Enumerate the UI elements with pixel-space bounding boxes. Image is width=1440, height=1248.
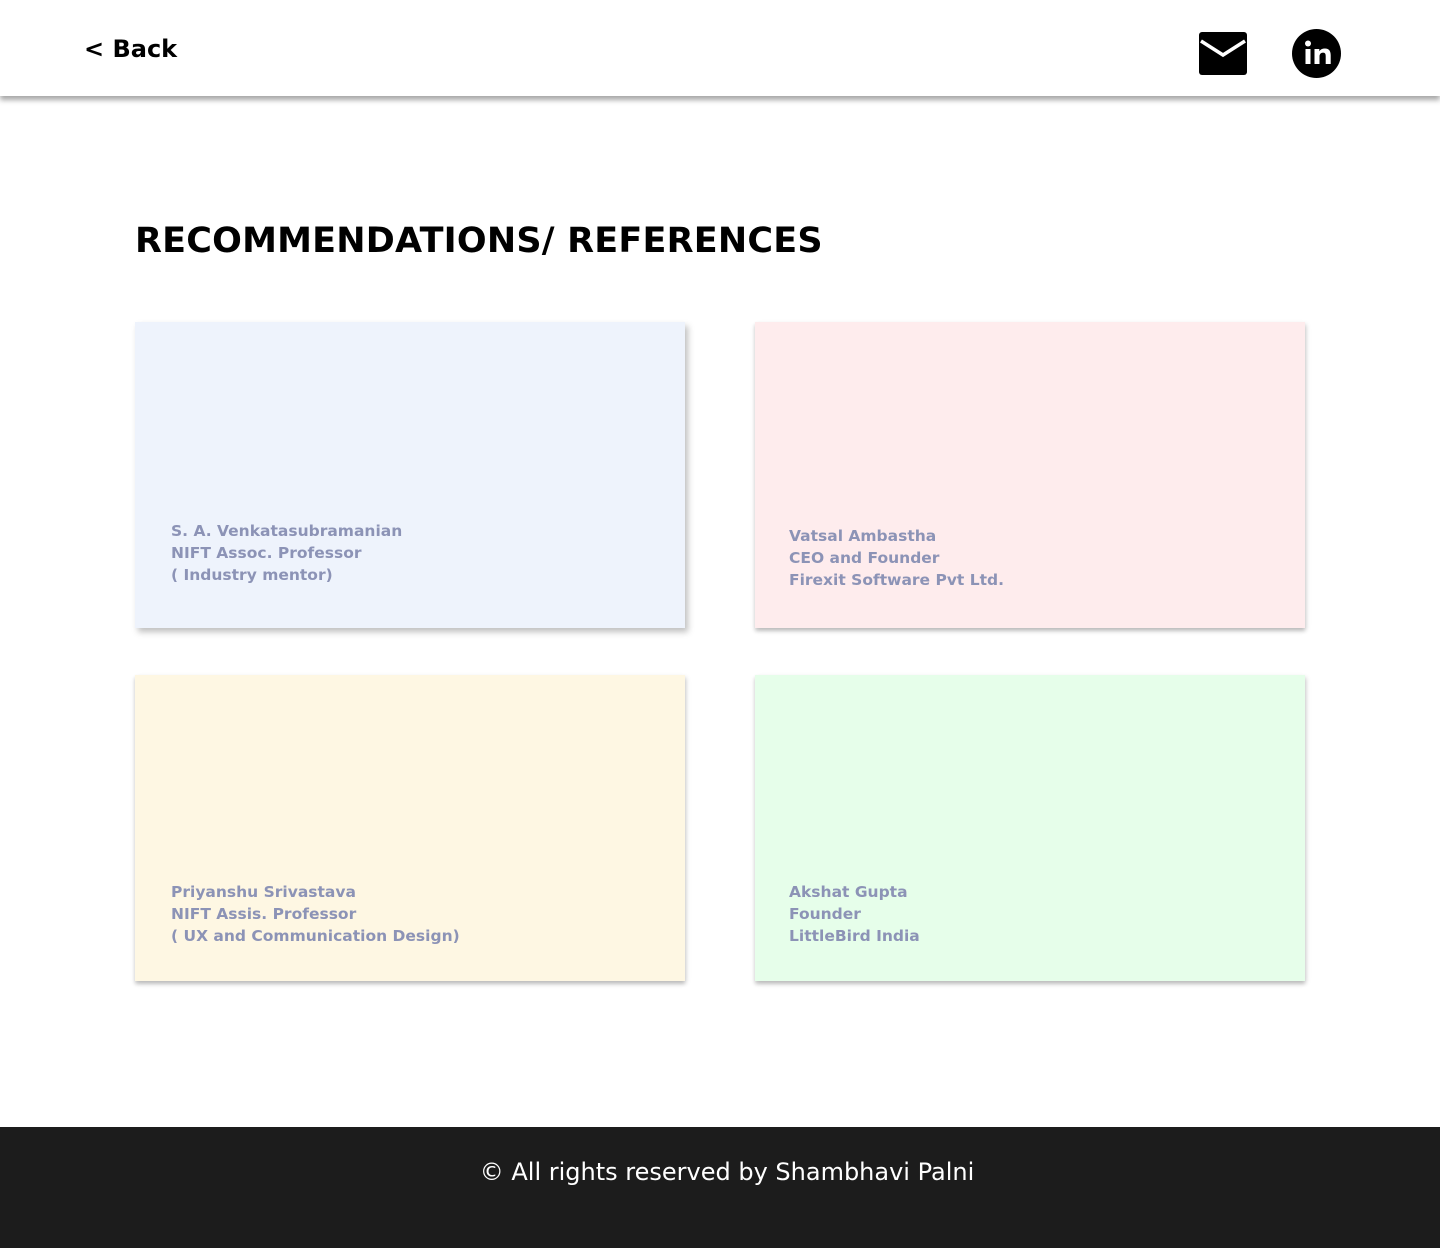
card-details: Priyanshu Srivastava NIFT Assis. Profess… [171, 881, 460, 947]
recommender-name: Priyanshu Srivastava [171, 883, 356, 901]
recommender-name: S. A. Venkatasubramanian [171, 522, 403, 540]
copyright-text: © All rights reserved by Shambhavi Palni [479, 1158, 975, 1186]
card-details: Vatsal Ambastha CEO and Founder Firexit … [789, 525, 1004, 591]
recommender-role: CEO and Founder [789, 549, 940, 567]
recommender-role: NIFT Assis. Professor [171, 905, 357, 923]
back-link[interactable]: < Back [84, 34, 177, 64]
recommendation-card: Priyanshu Srivastava NIFT Assis. Profess… [135, 675, 685, 981]
linkedin-icon [1292, 29, 1341, 78]
recommender-role: Founder [789, 905, 861, 923]
linkedin-button[interactable] [1292, 29, 1341, 78]
recommender-affiliation: Firexit Software Pvt Ltd. [789, 571, 1005, 589]
card-details: Akshat Gupta Founder LittleBird India [789, 881, 920, 947]
recommendation-card: Vatsal Ambastha CEO and Founder Firexit … [755, 322, 1305, 628]
footer: © All rights reserved by Shambhavi Palni [0, 1127, 1440, 1248]
recommender-name: Akshat Gupta [789, 883, 908, 901]
recommender-name: Vatsal Ambastha [789, 527, 937, 545]
recommender-affiliation: ( Industry mentor) [171, 566, 333, 584]
recommender-affiliation: LittleBird India [789, 927, 920, 945]
card-details: S. A. Venkatasubramanian NIFT Assoc. Pro… [171, 520, 402, 586]
page-title: RECOMMENDATIONS/ REFERENCES [135, 221, 823, 261]
recommendation-card: S. A. Venkatasubramanian NIFT Assoc. Pro… [135, 322, 685, 628]
mail-button[interactable] [1199, 32, 1247, 75]
recommender-role: NIFT Assoc. Professor [171, 544, 362, 562]
top-nav-bar: < Back [0, 0, 1440, 96]
mail-icon [1199, 32, 1247, 75]
recommender-affiliation: ( UX and Communication Design) [171, 927, 460, 945]
recommendation-card: Akshat Gupta Founder LittleBird India [755, 675, 1305, 981]
